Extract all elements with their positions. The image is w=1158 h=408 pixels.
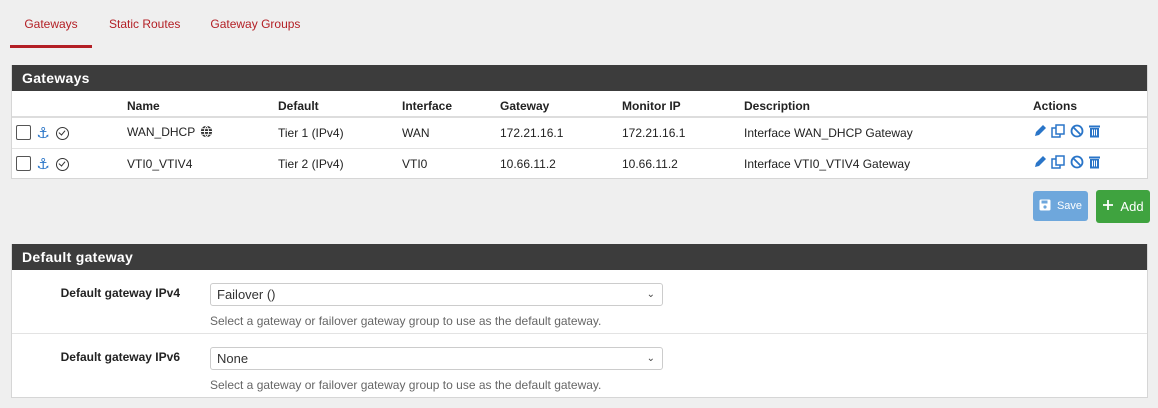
default-gateway-panel: Default gateway Default gateway IPv4 Fai… (11, 244, 1148, 398)
row-checkbox[interactable] (16, 156, 31, 172)
header-actions: Actions (1033, 91, 1147, 118)
check-circle-icon (56, 126, 69, 140)
chevron-down-icon: ⌄ (646, 289, 655, 300)
default-gateway-ipv4-help: Select a gateway or failover gateway gro… (210, 314, 602, 328)
row-actions (1033, 148, 1147, 179)
gateway-address: 10.66.11.2 (500, 156, 556, 171)
trash-icon[interactable] (1088, 124, 1101, 141)
plus-icon (1102, 199, 1114, 214)
tab-bar: Gateways Static Routes Gateway Groups (10, 0, 315, 48)
anchor-icon[interactable]: ⚓︎ (36, 125, 49, 142)
default-gateway-ipv4-label: Default gateway IPv4 (60, 286, 180, 300)
tab-static-routes[interactable]: Static Routes (94, 0, 195, 48)
gateway-monitor-ip: 172.21.16.1 (622, 117, 744, 149)
header-status (53, 91, 127, 118)
add-button[interactable]: Add (1096, 190, 1150, 223)
gateway-address: 172.21.16.1 (500, 117, 622, 149)
table-row: ⚓︎ VTI0_VTIV4 Tier 2 (IPv4) VTI0 10.66.1… (12, 148, 1147, 179)
tab-gateways[interactable]: Gateways (10, 0, 92, 48)
table-header-row: Name Default Interface Gateway Monitor I… (12, 91, 1147, 118)
default-gateway-panel-title: Default gateway (12, 244, 1147, 270)
row-actions (1033, 117, 1147, 149)
check-circle-icon (56, 157, 69, 171)
default-gateway-ipv6-help: Select a gateway or failover gateway gro… (210, 378, 602, 392)
trash-icon[interactable] (1088, 155, 1101, 172)
tab-gateway-groups[interactable]: Gateway Groups (195, 0, 315, 48)
gateway-description: Interface VTI0_VTIV4 Gateway (744, 156, 911, 171)
disable-icon[interactable] (1070, 155, 1084, 172)
gateway-description: Interface WAN_DHCP Gateway (744, 117, 1033, 149)
default-gateway-ipv6-label: Default gateway IPv6 (60, 350, 180, 364)
default-gateway-ipv4-value: Failover () (217, 287, 276, 302)
copy-icon[interactable] (1051, 155, 1066, 172)
gateways-table: Name Default Interface Gateway Monitor I… (12, 91, 1147, 179)
gateway-interface: VTI0 (402, 156, 428, 171)
default-gateway-ipv4-row: Default gateway IPv4 Failover () ⌄ Selec… (12, 270, 1147, 334)
header-description: Description (744, 91, 1033, 118)
pencil-icon[interactable] (1033, 155, 1047, 172)
globe-icon (200, 125, 213, 141)
default-gateway-ipv6-select[interactable]: None ⌄ (210, 347, 663, 370)
add-label: Add (1120, 199, 1144, 214)
gateway-monitor-ip: 10.66.11.2 (622, 156, 678, 171)
header-gateway: Gateway (500, 91, 622, 118)
header-interface: Interface (402, 91, 500, 118)
gateway-name: WAN_DHCP (127, 124, 196, 139)
chevron-down-icon: ⌄ (646, 353, 655, 364)
gateway-name: VTI0_VTIV4 (127, 156, 193, 171)
copy-icon[interactable] (1051, 124, 1066, 141)
default-gateway-ipv6-value: None (217, 351, 249, 366)
gateway-default: Tier 2 (IPv4) (278, 156, 344, 171)
anchor-icon[interactable]: ⚓︎ (36, 156, 49, 173)
header-monitor-ip: Monitor IP (622, 91, 744, 118)
header-default: Default (278, 91, 402, 118)
floppy-icon (1039, 199, 1051, 214)
header-name: Name (127, 91, 278, 118)
default-gateway-ipv4-select[interactable]: Failover () ⌄ (210, 283, 663, 306)
disable-icon[interactable] (1070, 124, 1084, 141)
save-label: Save (1056, 200, 1083, 212)
row-checkbox[interactable] (16, 125, 31, 141)
gateway-interface: WAN (402, 117, 500, 149)
header-select (12, 91, 53, 118)
save-button[interactable]: Save (1033, 191, 1088, 221)
pencil-icon[interactable] (1033, 124, 1047, 141)
gateway-default: Tier 1 (IPv4) (278, 117, 402, 149)
table-row: ⚓︎ WAN_DHCP Tier 1 (IPv4) WAN 172.21.16.… (12, 117, 1147, 149)
gateways-panel-title: Gateways (12, 65, 1147, 91)
gateways-panel: Gateways Name Default Interface Gateway … (11, 65, 1148, 179)
default-gateway-ipv6-row: Default gateway IPv6 None ⌄ Select a gat… (12, 334, 1147, 398)
